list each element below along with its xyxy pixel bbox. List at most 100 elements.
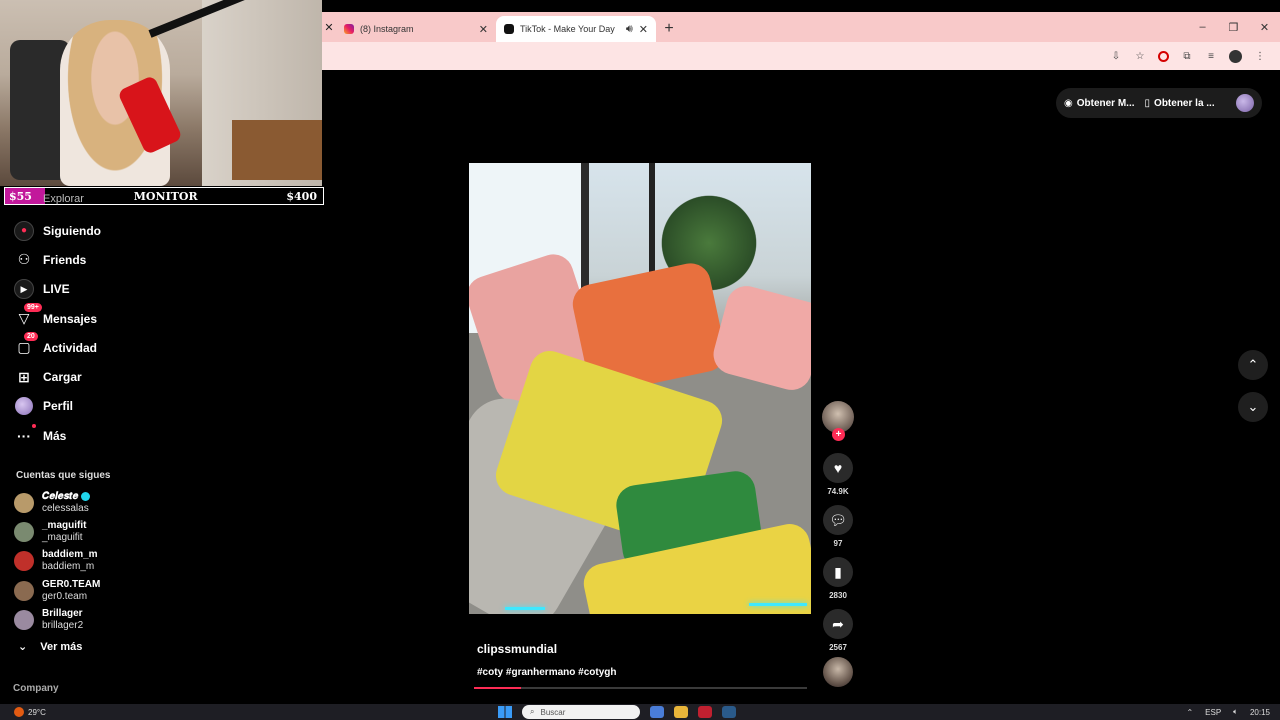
video-hashtags[interactable]: #coty #granhermano #cotygh	[477, 667, 616, 678]
sidebar-item-perfil[interactable]: Perfil	[0, 392, 160, 421]
activity-badge: 20	[24, 331, 38, 341]
menu-icon[interactable]: ⋮	[1254, 50, 1266, 62]
speaker-icon[interactable]: 🔊︎	[626, 23, 633, 36]
window-controls: – ❐ ✕	[1187, 12, 1280, 42]
sidebar-item-mas[interactable]: ··· Más	[0, 421, 160, 450]
instagram-icon	[344, 24, 354, 34]
account-name: GER0.TEAM	[42, 578, 101, 590]
browser-tab-bar: ✕ (8) Instagram ✕ TikTok - Make Your Day…	[322, 12, 1280, 42]
creator-avatar[interactable]: +	[822, 401, 854, 441]
search-placeholder: Buscar	[540, 707, 566, 717]
like-button[interactable]: ♥	[823, 453, 853, 483]
volume-icon[interactable]: 🔈︎	[1233, 707, 1238, 717]
opera-icon[interactable]	[1158, 50, 1169, 62]
following-list: 𝑪𝒆𝒍𝒆𝒔𝒕𝒆 celessalas _maguifit _maguifit b…	[14, 488, 164, 634]
friends-icon: ⚇	[17, 251, 31, 268]
account-handle: baddiem_m	[42, 561, 95, 573]
goal-end: $400	[286, 189, 317, 203]
tab-close-icon[interactable]: ✕	[479, 23, 488, 36]
sidebar-item-cargar[interactable]: ⊞ Cargar	[0, 362, 160, 391]
tab-close-icon[interactable]: ✕	[639, 23, 648, 36]
chrome-icon[interactable]	[650, 706, 664, 718]
account-handle: _maguifit	[42, 531, 83, 543]
save-button[interactable]: ▮	[823, 557, 853, 587]
tab-instagram[interactable]: (8) Instagram ✕	[336, 16, 496, 42]
previous-video-button[interactable]: ⌃	[1238, 350, 1268, 380]
taskbar: 29°C ⌕ Buscar ⌃ ESP 🔈︎ 20:15	[0, 704, 1280, 720]
action-rail: + ♥ 74.9K 💬︎ 97 ▮ 2830 ➦ 2567	[821, 401, 855, 687]
get-app-label-2: Obtener la ...	[1154, 97, 1215, 109]
following-title: Cuentas que sigues	[16, 470, 111, 481]
media-icon[interactable]: ≡	[1205, 50, 1217, 62]
account-name: baddiem_m	[42, 549, 98, 561]
avatar	[14, 609, 34, 630]
nav-explorar[interactable]: Explorar	[43, 193, 84, 205]
star-icon[interactable]: ☆	[1134, 50, 1146, 62]
browser-profile-avatar[interactable]	[1229, 49, 1242, 63]
close-icon[interactable]: ✕	[322, 12, 336, 42]
get-app-button-1[interactable]: ◉ Obtener M...	[1064, 98, 1135, 109]
following-account[interactable]: GER0.TEAM ger0.team	[14, 576, 164, 605]
company-link[interactable]: Company	[13, 683, 59, 694]
see-more-label: Ver más	[40, 640, 83, 653]
close-window-button[interactable]: ✕	[1249, 21, 1280, 34]
windows-start-icon[interactable]	[498, 706, 512, 718]
sidebar-item-live[interactable]: ▶ LIVE	[0, 275, 160, 304]
tab-tiktok[interactable]: TikTok - Make Your Day 🔊︎ ✕	[496, 16, 656, 42]
folder-icon[interactable]	[674, 706, 688, 718]
sidebar-item-label: Mensajes	[43, 311, 98, 326]
taskbar-search[interactable]: ⌕ Buscar	[522, 705, 640, 719]
following-icon: ●	[14, 220, 34, 241]
comment-icon: 💬︎	[829, 511, 847, 528]
next-video-button[interactable]: ⌄	[1238, 392, 1268, 422]
sidebar: ● Siguiendo ⚇ Friends ▶ LIVE ▽ 99+ Mensaj…	[0, 216, 160, 450]
sidebar-item-friends[interactable]: ⚇ Friends	[0, 245, 160, 274]
heart-icon: ♥	[833, 460, 843, 476]
account-handle: brillager2	[42, 619, 84, 631]
opera-gx-icon[interactable]	[698, 706, 712, 718]
following-account[interactable]: 𝑪𝒆𝒍𝒆𝒔𝒕𝒆 celessalas	[14, 488, 164, 517]
progress-fill	[474, 687, 521, 689]
new-tab-button[interactable]: +	[656, 16, 682, 42]
get-app-pill: ◉ Obtener M... ▯ Obtener la ...	[1056, 88, 1262, 118]
account-name: Brillager	[42, 607, 83, 619]
app-icon: ◉	[1064, 97, 1073, 109]
follow-plus-icon[interactable]: +	[832, 428, 845, 441]
sidebar-item-siguiendo[interactable]: ● Siguiendo	[0, 216, 160, 245]
goal-start: $55	[5, 188, 45, 204]
see-more-button[interactable]: ⌄ Ver más	[18, 640, 83, 654]
following-account[interactable]: Brillager brillager2	[14, 605, 164, 634]
share-icon: ➦	[832, 615, 844, 632]
extensions-icon[interactable]: ⧉	[1181, 50, 1193, 62]
get-app-button-2[interactable]: ▯ Obtener la ...	[1145, 98, 1215, 109]
music-disc-avatar[interactable]	[823, 657, 853, 687]
messages-icon: ▽ 99+	[14, 302, 42, 329]
live-icon: ▶	[14, 279, 34, 300]
minimize-button[interactable]: –	[1187, 21, 1218, 33]
install-icon[interactable]: ⇩	[1110, 50, 1122, 62]
account-name: 𝑪𝒆𝒍𝒆𝒔𝒕𝒆	[42, 490, 79, 502]
avatar	[14, 492, 34, 513]
steam-icon[interactable]	[722, 706, 736, 718]
share-button[interactable]: ➦	[823, 609, 853, 639]
sidebar-item-mensajes[interactable]: ▽ 99+ Mensajes	[0, 302, 160, 333]
sidebar-item-label: Cargar	[43, 370, 82, 385]
video-username[interactable]: clipssmundial	[477, 642, 557, 656]
upload-icon: ⊞	[18, 368, 30, 385]
messages-badge: 99+	[24, 302, 42, 312]
chevron-up-icon: ⌃	[1247, 357, 1259, 372]
following-account[interactable]: _maguifit _maguifit	[14, 517, 164, 546]
bookmark-icon: ▮	[834, 563, 842, 580]
language-indicator[interactable]: ESP	[1205, 708, 1221, 717]
tray-chevron-icon[interactable]: ⌃	[1186, 708, 1193, 717]
browser-toolbar: ⇩ ☆ ⧉ ≡ ⋮	[322, 42, 1280, 70]
clock[interactable]: 20:15	[1250, 708, 1270, 717]
weather-widget[interactable]: 29°C	[0, 707, 46, 717]
profile-avatar[interactable]	[1236, 94, 1254, 112]
sidebar-item-actividad[interactable]: ▢ 20 Actividad	[0, 331, 160, 362]
comment-button[interactable]: 💬︎	[823, 505, 853, 535]
video-progress-bar[interactable]	[474, 687, 807, 689]
restore-button[interactable]: ❐	[1218, 21, 1249, 34]
video-player[interactable]	[469, 163, 811, 614]
following-account[interactable]: baddiem_m baddiem_m	[14, 547, 164, 576]
